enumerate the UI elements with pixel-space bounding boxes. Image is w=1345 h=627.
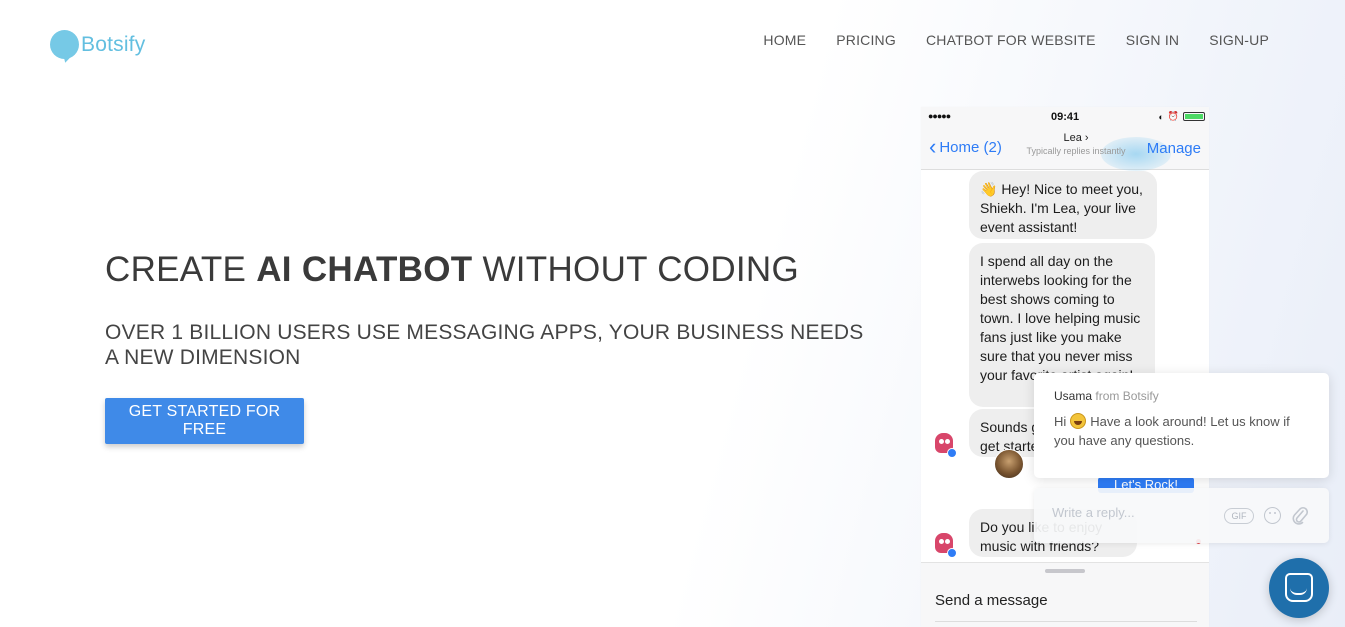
messenger-navbar: ‹ Home (2) Lea › Typically replies insta… [921,129,1209,171]
phone-mockup: ●●●●● 09:41 ◐ ⏰ ‹ Home (2) Lea › Typical… [921,107,1209,627]
nav-sign-up[interactable]: SIGN-UP [1209,32,1269,48]
manage-button[interactable]: Manage [1147,140,1201,157]
reply-input[interactable] [1052,505,1222,520]
back-button[interactable]: ‹ Home (2) [929,134,1002,159]
contact-header[interactable]: Lea › Typically replies instantly [1015,132,1137,156]
agent-org: from Botsify [1095,389,1159,403]
hero-subtitle: OVER 1 BILLION USERS USE MESSAGING APPS,… [105,321,864,369]
contact-name: Lea [1063,132,1082,144]
nav-sign-in[interactable]: SIGN IN [1126,32,1180,48]
hero-title-bold: AI CHATBOT [256,250,473,289]
greeting-message: Hi Have a look around! Let us know if you… [1054,412,1309,450]
battery-icon [1183,112,1205,121]
chat-greeting-card[interactable]: Usama from Botsify Hi Have a look around!… [1034,373,1329,478]
agent-line: Usama from Botsify [1054,389,1309,403]
signal-icon: ●●●●● [928,111,951,121]
brand-name: Botsify [81,33,146,56]
back-label: Home (2) [939,138,1002,156]
chevron-left-icon: ‹ [929,134,937,159]
alarm-icon: ⏰ [1167,111,1179,121]
brand-logo[interactable]: Botsify [50,30,146,64]
chat-launcher-button[interactable] [1269,558,1329,618]
nav-chatbot-for-website[interactable]: CHATBOT FOR WEBSITE [926,32,1096,48]
agent-name: Usama [1054,389,1093,403]
get-started-button[interactable]: GET STARTED FOR FREE [105,398,304,444]
message-composer[interactable]: Send a message [921,562,1209,627]
contact-status: Typically replies instantly [1026,146,1126,156]
hero-title-post: WITHOUT CODING [472,250,800,289]
nav-home[interactable]: HOME [763,32,806,48]
chat-message: 👋 Hey! Nice to meet you, Shiekh. I'm Lea… [969,171,1157,239]
bot-avatar-icon [933,532,957,558]
status-right: ◐ ⏰ [1158,111,1205,122]
chat-reply-box: GIF [1034,488,1329,543]
greeting-post: Have a look around! Let us know if you h… [1054,414,1290,448]
user-avatar [994,449,1024,479]
bot-avatar-icon [933,432,957,458]
send-message-input[interactable]: Send a message [935,592,1048,609]
main-nav: HOME PRICING CHATBOT FOR WEBSITE SIGN IN… [763,32,1269,48]
phone-status-bar: ●●●●● 09:41 ◐ ⏰ [921,107,1209,129]
chevron-right-icon: › [1084,132,1089,144]
emoji-picker-icon[interactable] [1264,507,1281,524]
status-time: 09:41 [1051,111,1080,123]
grinning-emoji-icon [1070,413,1087,429]
chat-bubble-logo-icon [50,30,80,64]
greeting-pre: Hi [1054,414,1067,429]
chat-launcher-icon [1285,573,1313,602]
nav-pricing[interactable]: PRICING [836,32,896,48]
drag-handle[interactable] [1045,569,1085,573]
hero-title-pre: CREATE [105,250,257,289]
attachment-icon[interactable] [1292,506,1308,526]
gif-button[interactable]: GIF [1224,508,1254,524]
lock-rotation-icon: ◐ [1158,111,1164,122]
hero-title: CREATE AI CHATBOT WITHOUT CODING [105,250,799,290]
